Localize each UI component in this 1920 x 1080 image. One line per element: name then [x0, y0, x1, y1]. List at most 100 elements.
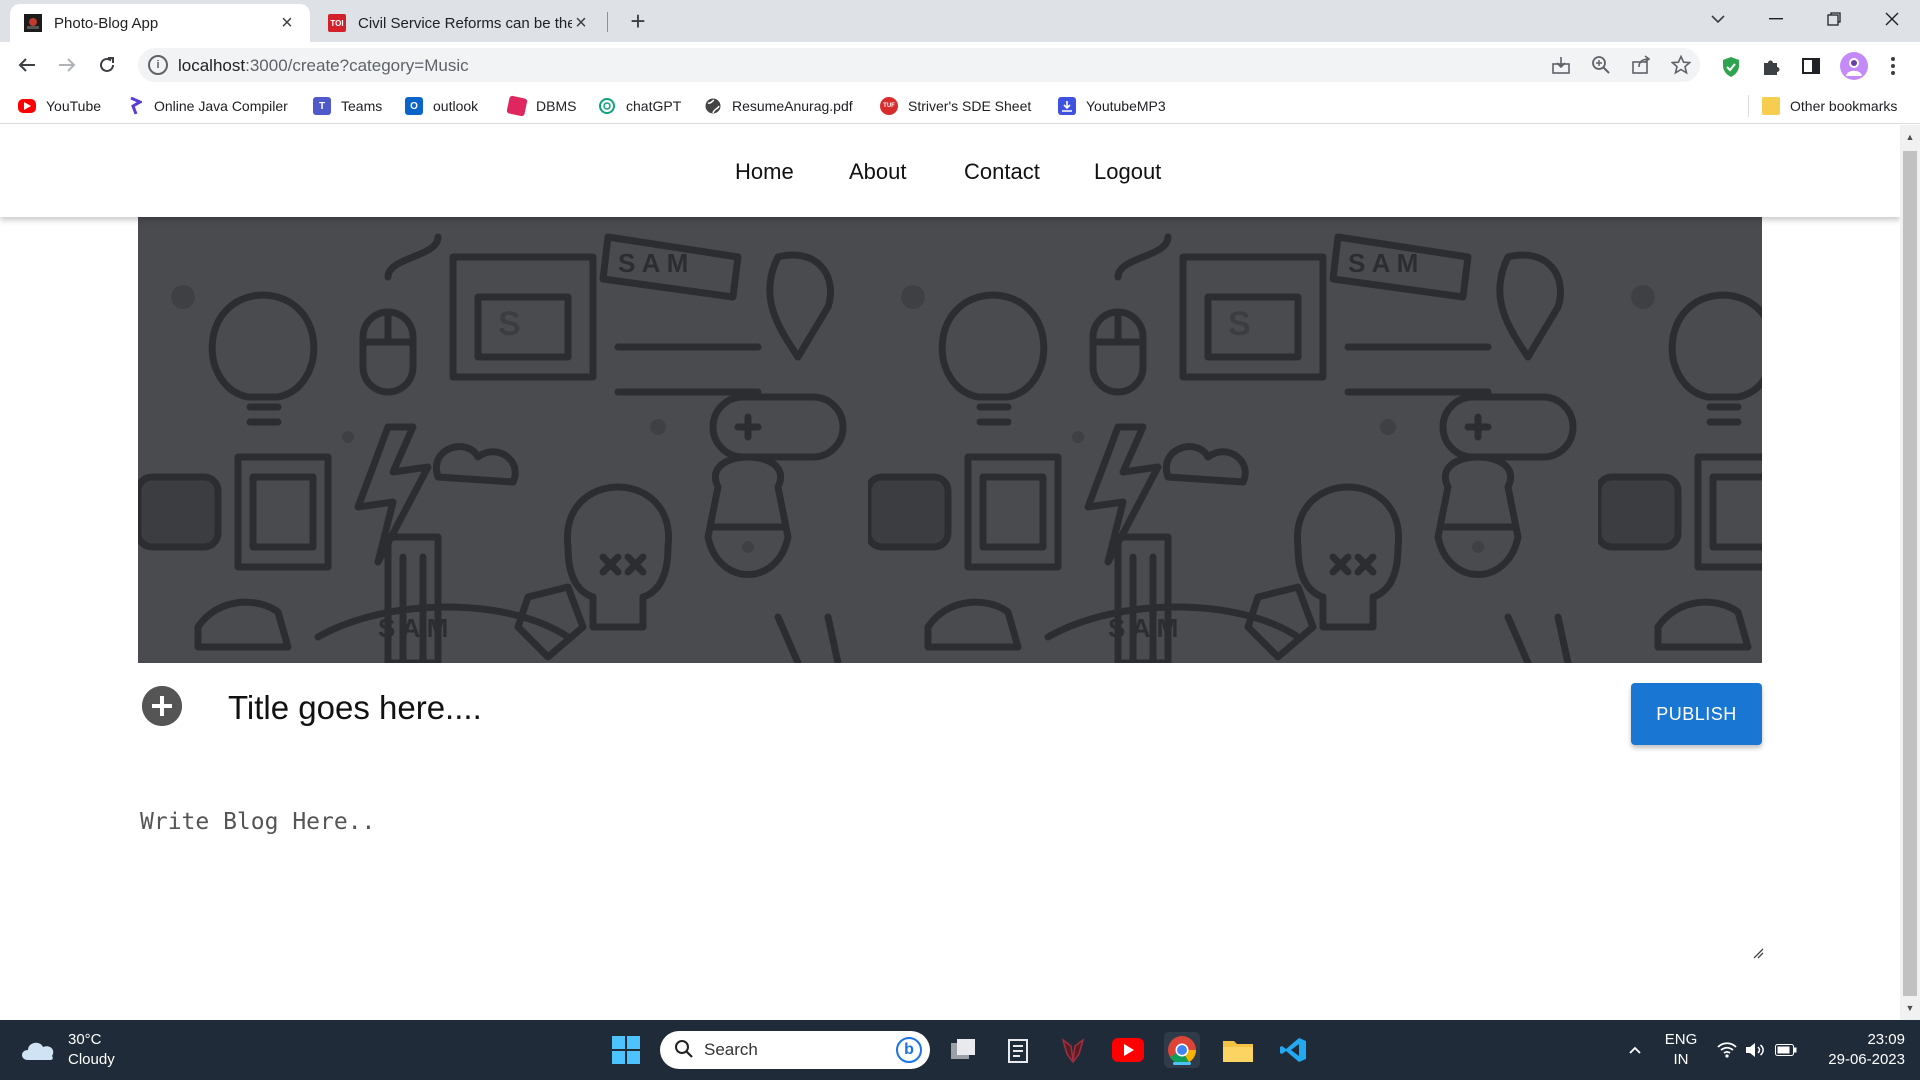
bookmark-chatgpt[interactable]: chatGPT [598, 96, 681, 116]
bookmark-youtubemp3[interactable]: YoutubeMP3 [1058, 96, 1166, 116]
bookmarks-separator [1748, 95, 1749, 117]
page-viewport: Home About Contact Logout Title goes her… [0, 125, 1900, 1020]
close-tab-icon[interactable]: × [572, 13, 590, 33]
bookmark-label: DBMS [536, 98, 577, 114]
bookmark-strivers-sde-sheet[interactable]: TUF Striver's SDE Sheet [880, 96, 1031, 116]
bookmark-star-icon[interactable] [1670, 54, 1692, 77]
bookmarks-bar: YouTube Online Java Compiler T Teams O o… [0, 88, 1920, 124]
add-image-button[interactable] [142, 686, 182, 726]
tab-civil-service[interactable]: TOI Civil Service Reforms can be the I × [314, 4, 604, 42]
task-view-icon[interactable] [945, 1032, 981, 1068]
bookmark-label: YouTube [46, 98, 102, 114]
windows-taskbar: 30°C Cloudy Search b ENG IN 23:09 29-06-… [0, 1020, 1920, 1080]
bookmark-label: Teams [341, 98, 383, 114]
taskbar-search[interactable]: Search b [660, 1031, 930, 1069]
close-window-button[interactable] [1864, 0, 1920, 38]
zoom-icon[interactable] [1590, 55, 1612, 77]
weather-widget[interactable]: 30°C Cloudy [20, 1030, 115, 1070]
teams-icon: T [313, 97, 331, 115]
address-bar[interactable]: i localhost:3000/create?category=Music [138, 48, 1700, 82]
folder-icon [1762, 97, 1780, 115]
bookmark-online-java-compiler[interactable]: Online Java Compiler [126, 96, 288, 116]
notes-app-icon[interactable] [1000, 1032, 1036, 1068]
forward-button[interactable] [52, 50, 82, 80]
battery-icon[interactable] [1772, 1020, 1800, 1080]
bookmark-teams[interactable]: T Teams [313, 96, 382, 116]
shield-extension-icon[interactable] [1720, 56, 1742, 78]
tab-strip: Photo-Blog App × TOI Civil Service Refor… [0, 0, 1920, 42]
reload-button[interactable] [92, 50, 122, 80]
bookmark-label: YoutubeMP3 [1086, 98, 1166, 114]
back-button[interactable] [12, 50, 42, 80]
page-scrollbar[interactable]: ▲ ▼ [1900, 125, 1920, 1020]
weather-condition: Cloudy [68, 1051, 115, 1068]
language-indicator[interactable]: ENG IN [1660, 1020, 1702, 1080]
blog-body-textarea[interactable] [138, 807, 1768, 967]
clock-time: 23:09 [1867, 1031, 1905, 1048]
bookmark-label: chatGPT [626, 98, 682, 114]
photo-blog-favicon-icon [24, 14, 42, 32]
file-explorer-icon[interactable] [1220, 1032, 1256, 1068]
tab-photo-blog[interactable]: Photo-Blog App × [10, 4, 310, 42]
bookmark-resume-pdf[interactable]: ResumeAnurag.pdf [704, 96, 853, 116]
install-app-icon[interactable] [1550, 55, 1572, 77]
clock-date: 29-06-2023 [1828, 1051, 1905, 1068]
lang-bottom: IN [1673, 1051, 1689, 1068]
other-bookmarks-label: Other bookmarks [1790, 98, 1898, 114]
volume-icon[interactable] [1742, 1020, 1768, 1080]
bookmark-dbms[interactable]: DBMS [506, 95, 577, 117]
browser-toolbar: i localhost:3000/create?category=Music [0, 42, 1920, 88]
side-panel-icon[interactable] [1800, 56, 1822, 78]
bookmark-youtube[interactable]: YouTube [18, 96, 101, 116]
publish-button[interactable]: PUBLISH [1631, 683, 1762, 745]
youtube-icon [18, 99, 36, 113]
close-tab-icon[interactable]: × [278, 13, 296, 33]
url-host: localhost [178, 56, 246, 75]
youtube-app-icon[interactable] [1110, 1032, 1146, 1068]
other-bookmarks[interactable]: Other bookmarks [1762, 96, 1897, 116]
predator-sense-icon[interactable] [1055, 1032, 1091, 1068]
blog-title-input[interactable] [226, 683, 1526, 733]
extensions-puzzle-icon[interactable] [1760, 56, 1782, 78]
outlook-icon: O [405, 97, 423, 115]
nav-contact-link[interactable]: Contact [964, 159, 1040, 185]
site-info-icon[interactable]: i [148, 55, 168, 75]
url-text[interactable]: localhost:3000/create?category=Music [178, 56, 469, 76]
tab-separator [607, 12, 608, 32]
wifi-icon[interactable] [1714, 1020, 1740, 1080]
cover-banner-image: S A M S A M S [138, 217, 1762, 663]
browser-menu-icon[interactable] [1882, 56, 1904, 78]
clock[interactable]: 23:09 29-06-2023 [1810, 1020, 1905, 1080]
chrome-app-icon[interactable] [1164, 1032, 1200, 1068]
scrollbar-thumb[interactable] [1903, 151, 1917, 996]
bing-icon[interactable]: b [896, 1037, 922, 1063]
active-app-indicator [1173, 1062, 1191, 1065]
search-label: Search [704, 1040, 758, 1059]
textarea-resize-handle[interactable] [1752, 947, 1764, 959]
scroll-up-arrow-icon[interactable]: ▲ [1900, 127, 1920, 147]
nav-home-link[interactable]: Home [735, 159, 794, 185]
vscode-icon[interactable] [1275, 1032, 1311, 1068]
tab-title: Photo-Blog App [54, 14, 159, 32]
bookmark-outlook[interactable]: O outlook [405, 96, 478, 116]
show-hidden-icons-chevron-up-icon[interactable] [1620, 1020, 1650, 1080]
tuf-icon: TUF [880, 97, 898, 115]
bookmark-label: ResumeAnurag.pdf [732, 98, 853, 114]
new-tab-button[interactable]: + [624, 8, 652, 36]
bookmark-label: outlook [433, 98, 479, 114]
lang-top: ENG [1664, 1031, 1698, 1048]
tab-search-chevron-down-icon[interactable] [1690, 0, 1746, 38]
share-icon[interactable] [1630, 55, 1652, 77]
windows-start-icon[interactable] [608, 1032, 644, 1068]
nav-about-link[interactable]: About [849, 159, 907, 185]
nav-logout-link[interactable]: Logout [1094, 159, 1161, 185]
profile-avatar[interactable] [1840, 52, 1868, 80]
bookmark-label: Striver's SDE Sheet [908, 98, 1032, 114]
dbms-icon [506, 95, 528, 117]
scroll-down-arrow-icon[interactable]: ▼ [1900, 998, 1920, 1018]
minimize-button[interactable] [1748, 0, 1804, 38]
search-icon [674, 1039, 694, 1064]
chatgpt-icon [598, 97, 616, 115]
url-path: :3000/create?category=Music [245, 56, 469, 75]
restore-button[interactable] [1806, 0, 1862, 38]
